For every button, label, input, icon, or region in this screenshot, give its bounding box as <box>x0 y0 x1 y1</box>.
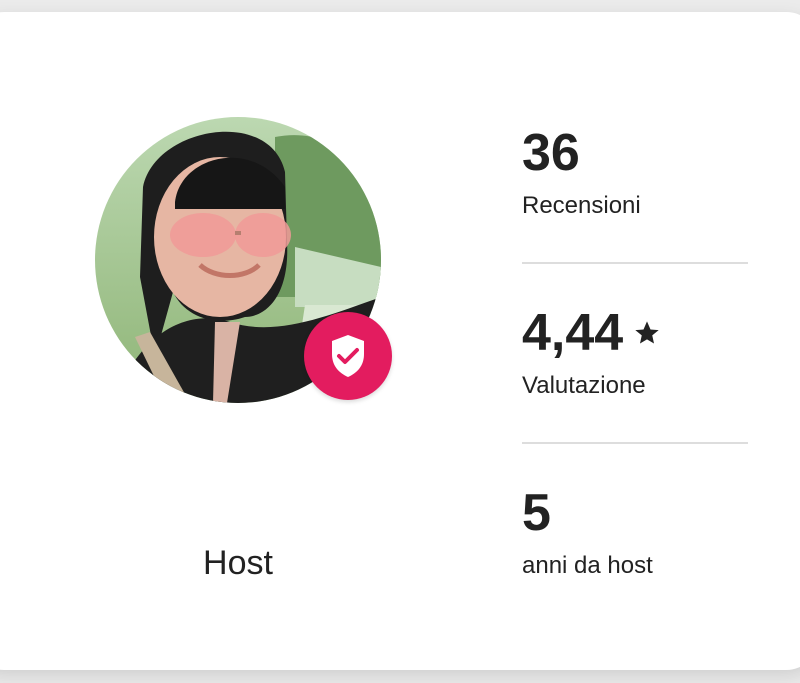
stat-reviews: 36 Recensioni <box>522 122 748 262</box>
rating-label: Valutazione <box>522 372 646 399</box>
reviews-count: 36 <box>522 124 580 182</box>
star-icon <box>635 321 659 344</box>
avatar-container[interactable] <box>95 117 392 403</box>
stats-divider <box>522 442 748 444</box>
host-stats: 36 Recensioni 4,44 Valutazione 5 anni da… <box>522 122 748 622</box>
host-role-label: Host <box>203 544 273 582</box>
host-profile-card: Host 36 Recensioni 4,44 Valutazione 5 an… <box>0 12 800 670</box>
years-count: 5 <box>522 484 551 542</box>
rating-value: 4,44 <box>522 304 624 362</box>
verified-shield-icon <box>332 335 364 377</box>
years-label: anni da host <box>522 552 653 579</box>
stat-years: 5 anni da host <box>522 482 748 622</box>
reviews-label: Recensioni <box>522 192 641 219</box>
verified-badge <box>304 312 392 400</box>
stat-rating: 4,44 Valutazione <box>522 302 748 442</box>
stats-divider <box>522 262 748 264</box>
rating-row: 4,44 <box>522 302 748 364</box>
